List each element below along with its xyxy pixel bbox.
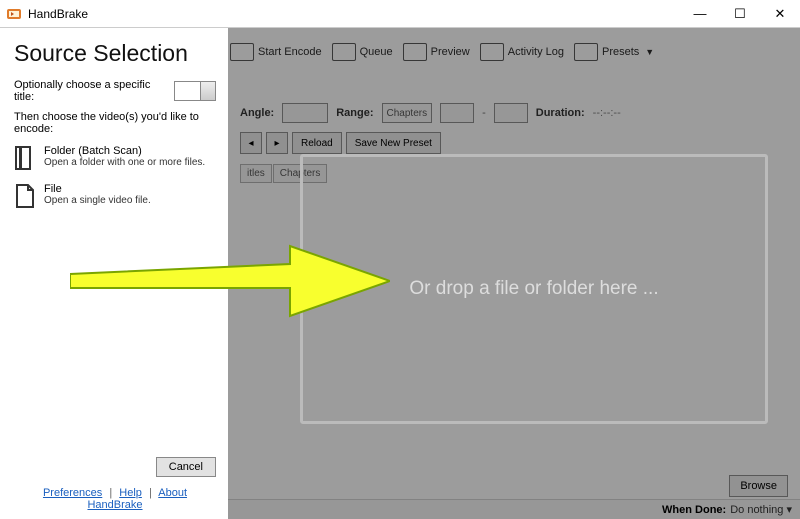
link-separator: |: [149, 487, 152, 499]
source-option-file[interactable]: File Open a single video file.: [14, 183, 216, 209]
maximize-button[interactable]: ☐: [720, 0, 760, 28]
source-option-folder[interactable]: Folder (Batch Scan) Open a folder with o…: [14, 145, 216, 171]
folder-icon: [14, 145, 36, 171]
folder-subtitle: Open a folder with one or more files.: [44, 157, 205, 168]
preferences-link[interactable]: Preferences: [43, 487, 102, 499]
specific-title-label: Optionally choose a specific title:: [14, 79, 168, 103]
app-logo-icon: [6, 6, 22, 22]
folder-title: Folder (Batch Scan): [44, 145, 205, 157]
drop-zone[interactable]: Or drop a file or folder here ...: [300, 154, 768, 424]
cancel-button[interactable]: Cancel: [156, 457, 216, 477]
help-link[interactable]: Help: [119, 487, 142, 499]
titlebar: HandBrake — ☐ ✕: [0, 0, 800, 28]
file-icon: [14, 183, 36, 209]
minimize-button[interactable]: —: [680, 0, 720, 28]
footer-links: Preferences | Help | About HandBrake: [14, 487, 216, 511]
close-button[interactable]: ✕: [760, 0, 800, 28]
panel-heading: Source Selection: [14, 40, 216, 67]
file-subtitle: Open a single video file.: [44, 195, 151, 206]
source-selection-panel: Source Selection Optionally choose a spe…: [0, 28, 228, 519]
then-label: Then choose the video(s) you'd like to e…: [14, 111, 216, 135]
file-title: File: [44, 183, 151, 195]
specific-title-spinner[interactable]: [174, 81, 216, 101]
link-separator: |: [109, 487, 112, 499]
drop-zone-text: Or drop a file or folder here ...: [409, 278, 658, 300]
app-title: HandBrake: [28, 7, 680, 21]
